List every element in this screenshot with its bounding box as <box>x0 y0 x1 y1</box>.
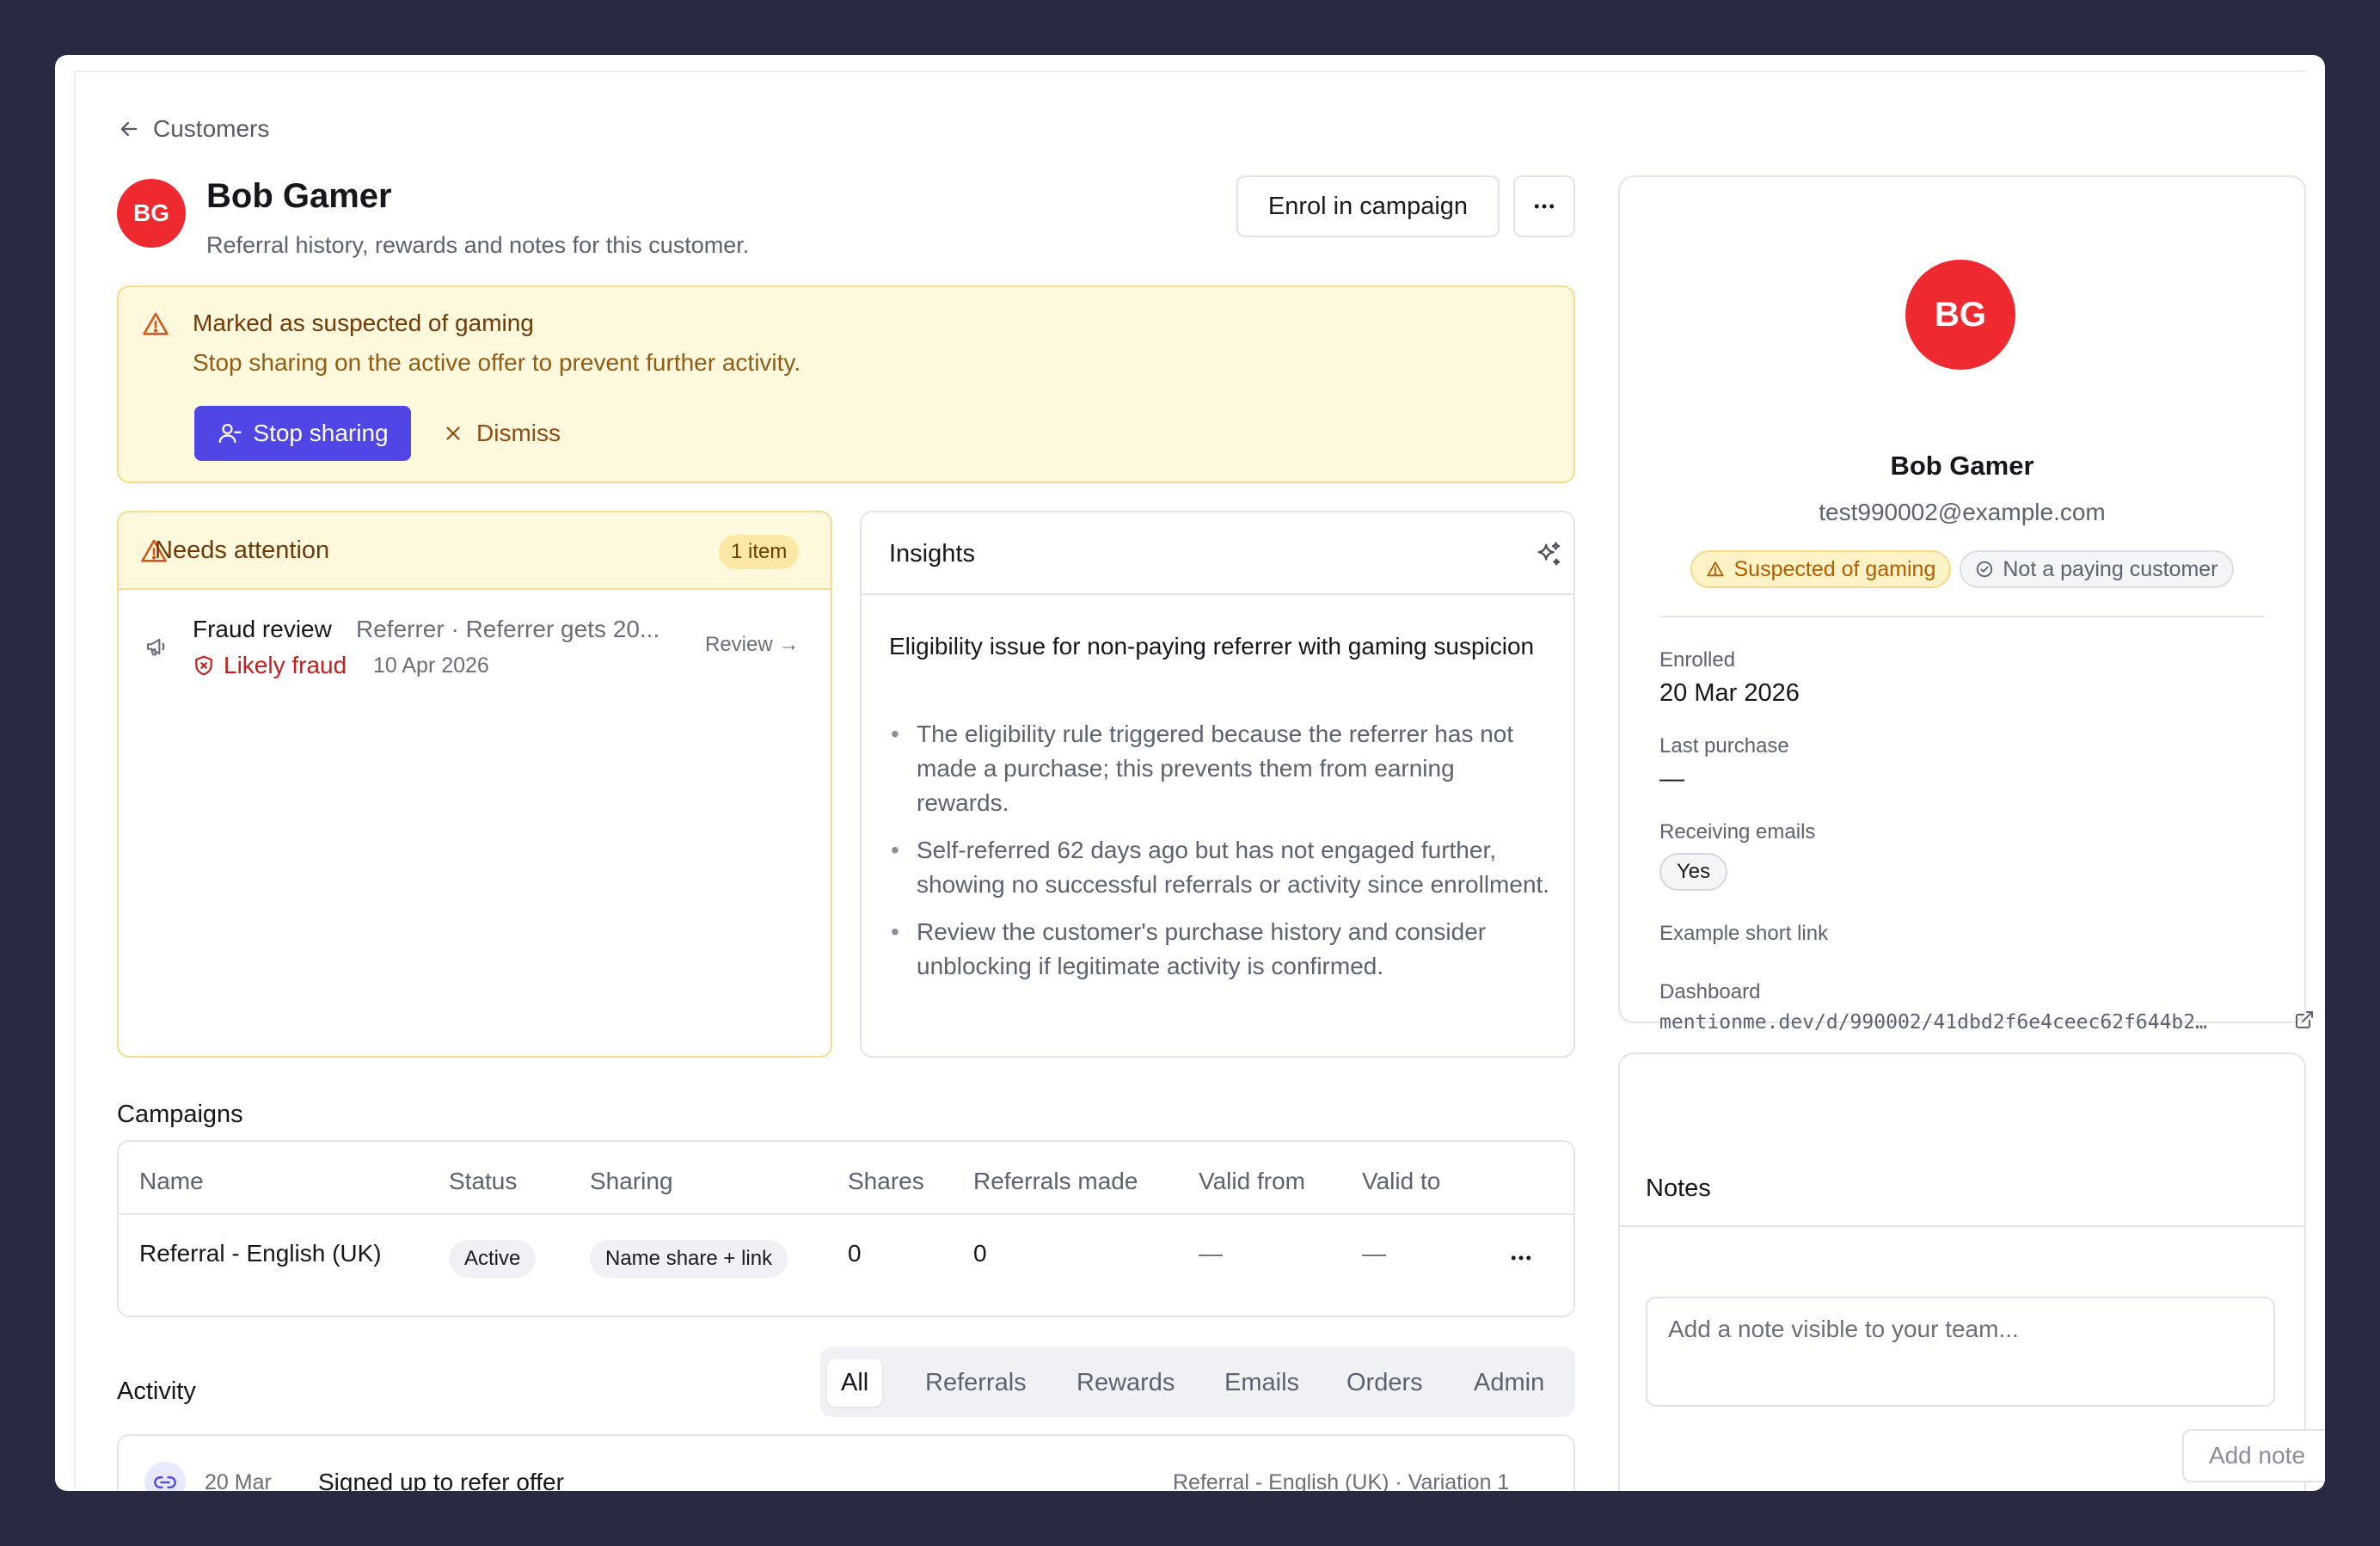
customer-avatar: BG <box>117 179 186 248</box>
more-horizontal-icon <box>1531 193 1557 219</box>
column-header-valid-to[interactable]: Valid to <box>1362 1168 1440 1195</box>
likely-fraud-label: Likely fraud <box>224 652 347 678</box>
enrolled-value: 20 Mar 2026 <box>1659 679 1800 707</box>
tab-referrals[interactable]: Referrals <box>925 1359 1027 1407</box>
tab-rewards[interactable]: Rewards <box>1077 1359 1175 1407</box>
note-input[interactable] <box>1646 1297 2275 1407</box>
needs-attention-title: Needs attention <box>155 537 330 564</box>
campaign-name-cell[interactable]: Referral - English (UK) <box>139 1240 382 1267</box>
shares-cell: 0 <box>848 1240 862 1267</box>
profile-email: test990002@example.com <box>1819 499 2106 525</box>
not-paying-badge: Not a paying customer <box>1960 550 2234 588</box>
banner-text: Stop sharing on the active offer to prev… <box>193 349 801 376</box>
column-header-valid-from[interactable]: Valid from <box>1199 1168 1305 1195</box>
activity-date: 20 Mar <box>205 1470 272 1491</box>
column-header-referrals-made[interactable]: Referrals made <box>973 1168 1138 1195</box>
review-link[interactable]: Review → <box>705 633 799 657</box>
enrolled-label: Enrolled <box>1659 648 1736 672</box>
fraud-review-date: 10 Apr 2026 <box>373 653 489 678</box>
dashboard-link[interactable]: mentionme.dev/d/990002/41dbd2f6e4ceec62f… <box>1659 1011 2207 1034</box>
valid-to-cell: — <box>1362 1240 1386 1267</box>
check-circle-icon <box>1975 560 1994 579</box>
insight-bullet: Self-referred 62 days ago but has not en… <box>889 833 1551 902</box>
column-header-status[interactable]: Status <box>449 1168 517 1195</box>
shield-alert-icon <box>193 654 215 677</box>
fraud-review-title: Fraud review <box>193 616 332 642</box>
warning-triangle-icon <box>141 310 170 339</box>
more-actions-button[interactable] <box>1513 175 1575 237</box>
last-purchase-label: Last purchase <box>1659 734 1789 758</box>
tab-emails[interactable]: Emails <box>1224 1359 1299 1407</box>
warning-triangle-icon <box>1706 560 1725 579</box>
notes-divider <box>1620 1225 2304 1227</box>
table-header-divider <box>119 1213 1573 1215</box>
needs-attention-card <box>117 511 832 1058</box>
tab-all[interactable]: All <box>827 1359 883 1407</box>
notes-title: Notes <box>1646 1175 1711 1202</box>
row-more-icon[interactable] <box>1508 1245 1534 1271</box>
profile-name: Bob Gamer <box>1890 451 2034 481</box>
activity-meta: Referral - English (UK) · Variation 1 <box>1173 1470 1510 1491</box>
close-icon <box>442 422 464 445</box>
status-badge: Active <box>449 1240 537 1278</box>
profile-badges: Suspected of gaming Not a paying custome… <box>1618 550 2306 588</box>
receiving-emails-badge: Yes <box>1659 853 1728 891</box>
add-note-button[interactable]: Add note <box>2182 1429 2325 1482</box>
not-paying-label: Not a paying customer <box>2003 556 2218 581</box>
tab-admin[interactable]: Admin <box>1474 1359 1544 1407</box>
sharing-badge: Name share + link <box>590 1240 788 1278</box>
receiving-emails-label: Receiving emails <box>1659 820 1816 844</box>
insights-bullet-list: The eligibility rule triggered because t… <box>889 717 1551 997</box>
profile-divider <box>1659 616 2265 617</box>
valid-from-cell: — <box>1199 1240 1223 1267</box>
breadcrumb-label: Customers <box>153 115 270 142</box>
insight-bullet: The eligibility rule triggered because t… <box>889 717 1551 820</box>
last-purchase-value: — <box>1659 765 1684 793</box>
tab-orders[interactable]: Orders <box>1346 1359 1423 1407</box>
stop-sharing-button[interactable]: Stop sharing <box>194 406 411 461</box>
insights-heading: Eligibility issue for non-paying referre… <box>889 633 1535 660</box>
enrol-in-campaign-button[interactable]: Enrol in campaign <box>1236 175 1500 237</box>
fraud-review-subtitle: Referrer · Referrer gets 20... <box>356 616 660 642</box>
sparkles-icon[interactable] <box>1534 540 1563 569</box>
likely-fraud-flag: Likely fraud <box>193 652 347 679</box>
user-minus-icon <box>217 420 242 446</box>
external-link-icon[interactable] <box>2294 1009 2315 1030</box>
megaphone-icon <box>144 633 172 660</box>
activity-title: Activity <box>117 1377 196 1405</box>
attention-count-badge: 1 item <box>719 535 800 569</box>
referrals-made-cell: 0 <box>973 1240 987 1267</box>
dismiss-button[interactable]: Dismiss <box>442 406 561 461</box>
insights-title: Insights <box>889 540 975 567</box>
profile-avatar: BG <box>1905 260 2015 370</box>
column-header-name[interactable]: Name <box>139 1168 204 1195</box>
dismiss-label: Dismiss <box>476 420 561 446</box>
banner-title: Marked as suspected of gaming <box>193 310 534 336</box>
column-header-sharing[interactable]: Sharing <box>590 1168 673 1195</box>
campaigns-table <box>117 1140 1575 1317</box>
notes-card <box>1618 1052 2306 1491</box>
stop-sharing-label: Stop sharing <box>253 420 389 446</box>
insight-bullet: Review the customer's purchase history a… <box>889 915 1551 984</box>
short-link-label: Example short link <box>1659 922 1829 945</box>
activity-title-text: Signed up to refer offer <box>318 1469 564 1491</box>
campaigns-title: Campaigns <box>117 1101 243 1128</box>
arrow-left-icon <box>117 117 141 141</box>
column-header-shares[interactable]: Shares <box>848 1168 924 1195</box>
suspected-gaming-badge: Suspected of gaming <box>1690 550 1952 588</box>
suspected-gaming-label: Suspected of gaming <box>1733 556 1936 581</box>
breadcrumb[interactable]: Customers <box>117 115 269 143</box>
insights-divider <box>860 593 1575 595</box>
page-title: Bob Gamer <box>206 177 392 215</box>
page-subtitle: Referral history, rewards and notes for … <box>206 232 750 258</box>
app-window: Customers BG Bob Gamer Referral history,… <box>55 55 2325 1491</box>
dashboard-label: Dashboard <box>1659 980 1761 1003</box>
